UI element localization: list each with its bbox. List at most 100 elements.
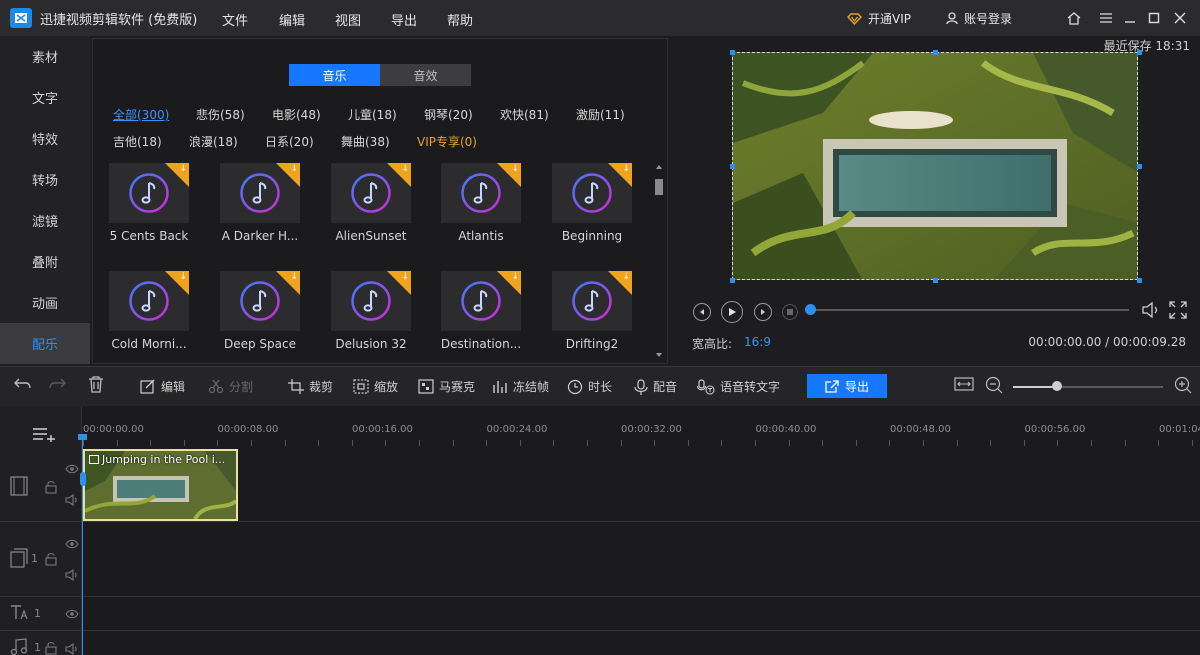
freeze-frame-button[interactable]: 冻结帧 <box>492 378 549 395</box>
redo-icon[interactable] <box>48 376 66 392</box>
undo-icon[interactable] <box>14 376 32 392</box>
close-icon[interactable] <box>1170 8 1190 28</box>
music-card-title[interactable]: Deep Space <box>210 337 310 351</box>
menu-icon[interactable] <box>1096 8 1116 28</box>
sidebar-item-overlay[interactable]: 叠附 <box>0 241 90 282</box>
music-card-thumbnail[interactable]: ↓ <box>220 271 300 331</box>
eye-icon[interactable] <box>65 464 79 477</box>
music-card-thumbnail[interactable]: ↓ <box>220 163 300 223</box>
video-clip[interactable]: Jumping in the Pool i... <box>83 449 238 521</box>
zoom-out-icon[interactable] <box>985 376 1003 394</box>
edit-button[interactable]: 编辑 <box>140 378 185 395</box>
sidebar-item-transitions[interactable]: 转场 <box>0 159 90 200</box>
lock-icon[interactable] <box>45 480 57 497</box>
crop-button[interactable]: 裁剪 <box>288 378 333 395</box>
music-card-title[interactable]: A Darker H... <box>210 229 310 243</box>
category-inspire[interactable]: 激励(11) <box>576 106 625 123</box>
dubbing-button[interactable]: 配音 <box>634 378 677 395</box>
prev-frame-button[interactable] <box>693 303 711 321</box>
account-login-button[interactable]: 账号登录 <box>946 10 1012 27</box>
resize-handle[interactable] <box>1137 164 1142 169</box>
home-icon[interactable] <box>1064 8 1084 28</box>
category-all[interactable]: 全部(300) <box>113 106 169 123</box>
library-scrollbar[interactable] <box>653 163 665 363</box>
sidebar-item-animation[interactable]: 动画 <box>0 282 90 323</box>
sidebar-item-text[interactable]: 文字 <box>0 77 90 118</box>
resize-handle[interactable] <box>933 50 938 55</box>
next-frame-button[interactable] <box>754 303 772 321</box>
add-track-icon[interactable] <box>32 426 56 445</box>
category-japanese[interactable]: 日系(20) <box>265 133 314 150</box>
music-card-thumbnail[interactable]: ↓ <box>109 163 189 223</box>
category-children[interactable]: 儿童(18) <box>348 106 397 123</box>
export-button[interactable]: 导出 <box>807 374 887 398</box>
zoom-button[interactable]: 缩放 <box>353 378 398 395</box>
fit-timeline-icon[interactable] <box>954 376 974 392</box>
music-card-title[interactable]: AlienSunset <box>321 229 421 243</box>
overlay-track[interactable] <box>0 521 1200 596</box>
menu-help[interactable]: 帮助 <box>447 10 473 29</box>
music-card-thumbnail[interactable]: ↓ <box>552 271 632 331</box>
category-sad[interactable]: 悲伤(58) <box>196 106 245 123</box>
sidebar-item-filters[interactable]: 滤镜 <box>0 200 90 241</box>
sidebar-item-music[interactable]: 配乐 <box>0 323 90 364</box>
menu-view[interactable]: 视图 <box>335 10 361 29</box>
menu-edit[interactable]: 编辑 <box>279 10 305 29</box>
sidebar-item-effects[interactable]: 特效 <box>0 118 90 159</box>
zoom-in-icon[interactable] <box>1174 376 1192 394</box>
timeline-zoom-slider[interactable] <box>1013 386 1163 388</box>
music-card-title[interactable]: Cold Morni... <box>99 337 199 351</box>
resize-handle[interactable] <box>730 164 735 169</box>
volume-icon[interactable] <box>1141 300 1161 324</box>
seek-bar[interactable] <box>811 309 1129 311</box>
playhead[interactable] <box>82 436 83 655</box>
menu-file[interactable]: 文件 <box>222 10 248 29</box>
playhead-handle[interactable] <box>78 434 87 440</box>
category-piano[interactable]: 钢琴(20) <box>424 106 473 123</box>
seek-knob[interactable] <box>805 304 816 315</box>
resize-handle[interactable] <box>1137 50 1142 55</box>
music-card-title[interactable]: Drifting2 <box>542 337 642 351</box>
music-card-title[interactable]: Destination... <box>431 337 531 351</box>
music-card-thumbnail[interactable]: ↓ <box>331 271 411 331</box>
tab-music[interactable]: 音乐 <box>289 64 380 86</box>
sidebar-item-material[interactable]: 素材 <box>0 36 90 77</box>
video-preview[interactable] <box>732 52 1138 280</box>
text-track[interactable] <box>0 596 1200 630</box>
music-card-title[interactable]: Delusion 32 <box>321 337 421 351</box>
play-button[interactable] <box>721 301 743 323</box>
music-card-thumbnail[interactable]: ↓ <box>109 271 189 331</box>
minimize-icon[interactable] <box>1120 8 1140 28</box>
stop-button[interactable] <box>782 304 798 320</box>
music-card-thumbnail[interactable]: ↓ <box>441 271 521 331</box>
speech-to-text-button[interactable]: 语音转文字 <box>697 378 780 395</box>
music-card-thumbnail[interactable]: ↓ <box>331 163 411 223</box>
music-card-thumbnail[interactable]: ↓ <box>552 163 632 223</box>
timeline-zoom-knob[interactable] <box>1051 381 1062 391</box>
resize-handle[interactable] <box>730 50 735 55</box>
maximize-icon[interactable] <box>1144 8 1164 28</box>
delete-icon[interactable] <box>88 376 104 393</box>
menu-export[interactable]: 导出 <box>391 10 417 29</box>
split-button[interactable]: 分割 <box>208 378 253 395</box>
tab-sound-effects[interactable]: 音效 <box>380 64 471 86</box>
fullscreen-icon[interactable] <box>1168 300 1188 324</box>
category-dance[interactable]: 舞曲(38) <box>341 133 390 150</box>
music-card-title[interactable]: Beginning <box>542 229 642 243</box>
resize-handle[interactable] <box>730 278 735 283</box>
mosaic-button[interactable]: 马赛克 <box>418 378 475 395</box>
category-romantic[interactable]: 浪漫(18) <box>189 133 238 150</box>
category-movie[interactable]: 电影(48) <box>272 106 321 123</box>
resize-handle[interactable] <box>1137 278 1142 283</box>
aspect-ratio-value[interactable]: 16:9 <box>744 335 771 349</box>
clip-trim-handle[interactable] <box>80 472 86 486</box>
resize-handle[interactable] <box>933 278 938 283</box>
category-happy[interactable]: 欢快(81) <box>500 106 549 123</box>
music-card-thumbnail[interactable]: ↓ <box>441 163 521 223</box>
music-track[interactable] <box>0 630 1200 655</box>
music-card-title[interactable]: Atlantis <box>431 229 531 243</box>
category-vip[interactable]: VIP专享(0) <box>417 133 477 150</box>
music-card-title[interactable]: 5 Cents Back <box>99 229 199 243</box>
duration-button[interactable]: 时长 <box>567 378 612 395</box>
open-vip-button[interactable]: 开通VIP <box>847 10 911 27</box>
